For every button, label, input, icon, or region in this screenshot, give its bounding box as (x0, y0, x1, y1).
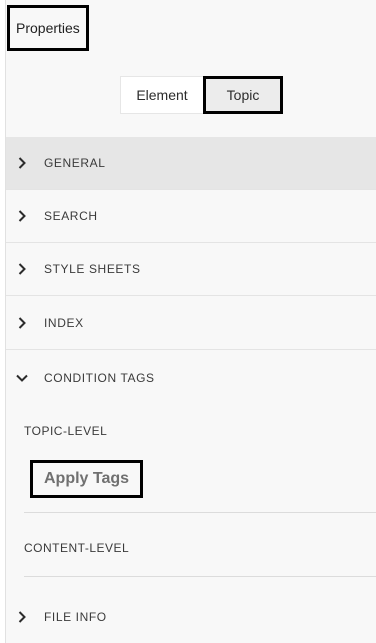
chevron-down-icon (15, 374, 29, 382)
divider (24, 512, 376, 513)
section-label: FILE INFO (44, 609, 107, 624)
section-search[interactable]: SEARCH (6, 190, 376, 243)
divider (24, 576, 376, 577)
properties-panel: Properties Element Topic GENERAL SEARCH … (5, 0, 376, 643)
chevron-right-icon (15, 157, 29, 169)
section-file-info[interactable]: FILE INFO (6, 590, 376, 643)
section-index[interactable]: INDEX (6, 297, 376, 350)
topic-level-label: TOPIC-LEVEL (24, 424, 108, 438)
section-label: CONDITION TAGS (44, 370, 155, 385)
chevron-right-icon (15, 263, 29, 275)
panel-header: Properties (6, 4, 376, 51)
apply-tags-button[interactable]: Apply Tags (30, 460, 144, 498)
content-level-label: CONTENT-LEVEL (24, 541, 130, 555)
section-label: GENERAL (44, 156, 106, 170)
tab-element[interactable]: Element (120, 76, 203, 114)
section-label: SEARCH (44, 209, 98, 223)
panel-title[interactable]: Properties (7, 5, 89, 51)
chevron-right-icon (15, 317, 29, 329)
element-topic-toggle: Element Topic (120, 76, 283, 114)
section-general[interactable]: GENERAL (6, 137, 376, 190)
chevron-right-icon (15, 210, 29, 222)
chevron-right-icon (15, 610, 29, 623)
section-style-sheets[interactable]: STYLE SHEETS (6, 243, 376, 296)
section-label: STYLE SHEETS (44, 262, 141, 276)
section-label: INDEX (44, 316, 84, 330)
section-condition-tags[interactable]: CONDITION TAGS (6, 351, 376, 404)
tab-topic[interactable]: Topic (203, 76, 283, 114)
